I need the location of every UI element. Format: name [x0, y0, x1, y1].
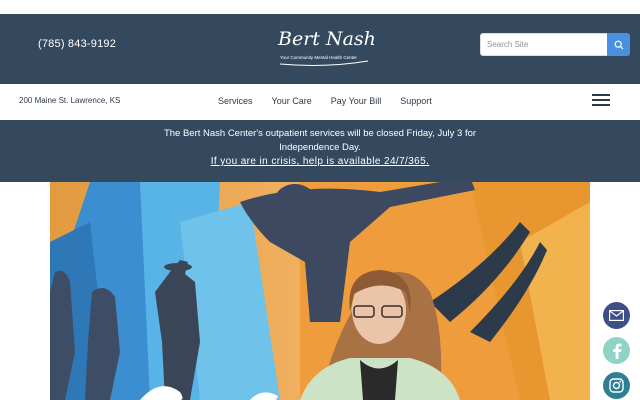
search-bar [480, 33, 630, 56]
search-icon [614, 40, 623, 49]
email-icon [609, 310, 624, 321]
top-strip [0, 0, 640, 14]
crisis-help-link[interactable]: If you are in crisis, help is available … [0, 156, 640, 167]
instagram-icon [609, 378, 624, 393]
alert-banner: The Bert Nash Center's outpatient servic… [0, 120, 640, 182]
search-input[interactable] [480, 33, 607, 56]
phone-link[interactable]: (785) 843-9192 [38, 38, 116, 50]
address: 200 Maine St. Lawrence, KS [19, 96, 121, 105]
alert-message: The Bert Nash Center's outpatient servic… [163, 128, 477, 153]
logo-swoosh [279, 60, 369, 66]
search-button[interactable] [607, 33, 630, 56]
hamburger-menu-icon[interactable] [592, 94, 610, 108]
main-nav: 200 Maine St. Lawrence, KS Services Your… [0, 84, 640, 120]
facebook-link[interactable] [603, 337, 630, 364]
site-logo[interactable]: Bert Nash Your Community Mental Health C… [276, 28, 376, 70]
site-header: (785) 843-9192 Bert Nash Your Community … [0, 14, 640, 84]
nav-menu: Services Your Care Pay Your Bill Support [218, 96, 432, 106]
nav-item-support[interactable]: Support [400, 96, 432, 106]
nav-item-your-care[interactable]: Your Care [272, 96, 312, 106]
nav-item-pay-your-bill[interactable]: Pay Your Bill [331, 96, 382, 106]
facebook-icon [612, 343, 621, 359]
instagram-link[interactable] [603, 372, 630, 399]
email-link[interactable] [603, 302, 630, 329]
hero-image [50, 182, 590, 400]
mural-portrait-image [50, 182, 590, 400]
nav-item-services[interactable]: Services [218, 96, 253, 106]
